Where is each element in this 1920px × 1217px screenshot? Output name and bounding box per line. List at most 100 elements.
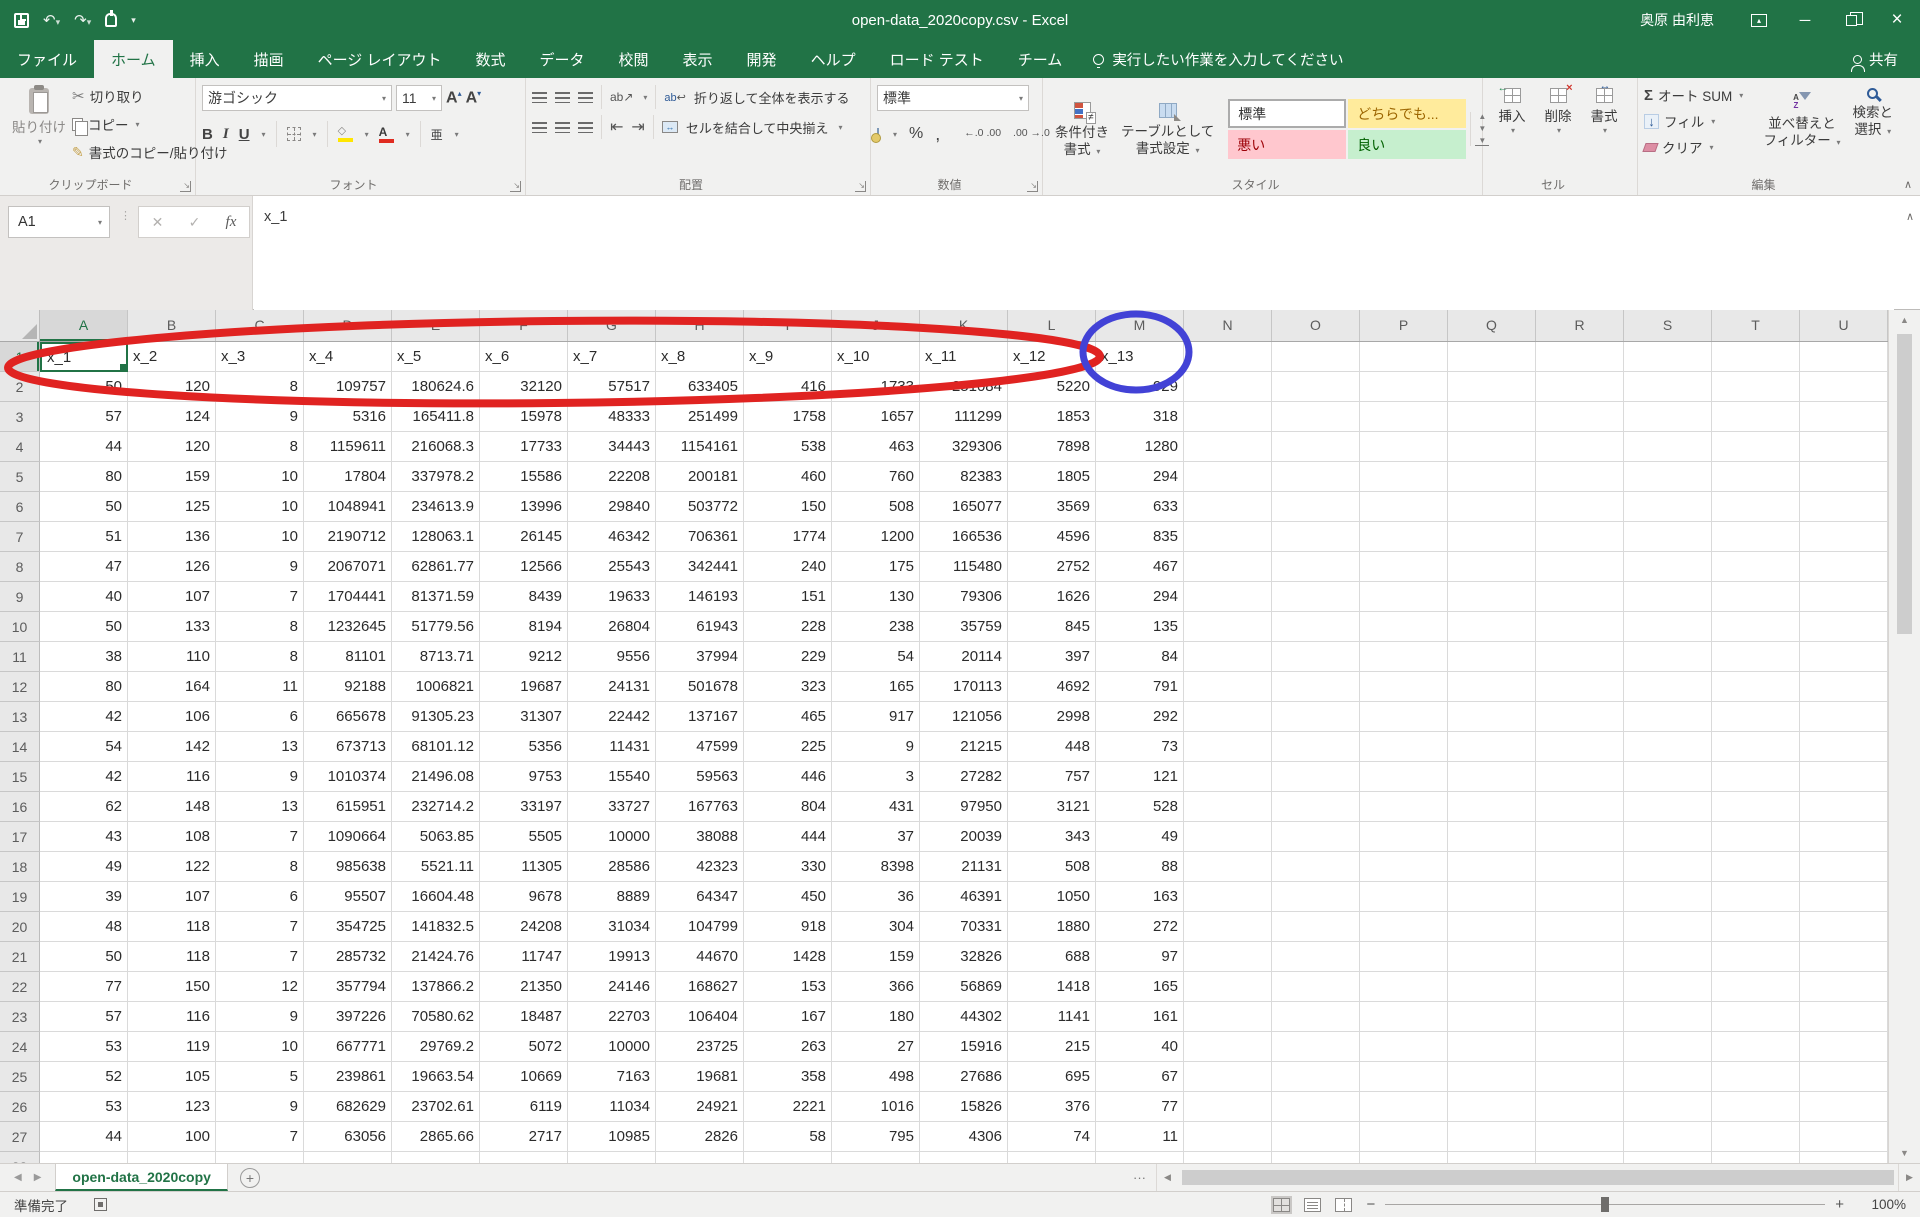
cell-E12[interactable]: 1006821 xyxy=(392,672,480,702)
font-dialog-launcher-icon[interactable]: ↘ xyxy=(510,181,521,192)
cell-T28[interactable] xyxy=(1712,1152,1800,1163)
cell-O3[interactable] xyxy=(1272,402,1360,432)
cell-P19[interactable] xyxy=(1360,882,1448,912)
cell-K10[interactable]: 35759 xyxy=(920,612,1008,642)
tab-開発[interactable]: 開発 xyxy=(730,40,794,78)
cell-B21[interactable]: 118 xyxy=(128,942,216,972)
cancel-icon[interactable]: ✕ xyxy=(152,214,164,231)
cell-J16[interactable]: 431 xyxy=(832,792,920,822)
cell-I5[interactable]: 460 xyxy=(744,462,832,492)
tab-ファイル[interactable]: ファイル xyxy=(0,40,94,78)
cell-T3[interactable] xyxy=(1712,402,1800,432)
cell-I28[interactable] xyxy=(744,1152,832,1163)
cell-O20[interactable] xyxy=(1272,912,1360,942)
cell-K24[interactable]: 15916 xyxy=(920,1032,1008,1062)
cell-M14[interactable]: 73 xyxy=(1096,732,1184,762)
cell-P2[interactable] xyxy=(1360,372,1448,402)
cell-I7[interactable]: 1774 xyxy=(744,522,832,552)
cell-G22[interactable]: 24146 xyxy=(568,972,656,1002)
cell-style-chip[interactable]: 標準 xyxy=(1228,99,1346,128)
cell-K14[interactable]: 21215 xyxy=(920,732,1008,762)
cell-F13[interactable]: 31307 xyxy=(480,702,568,732)
cell-J8[interactable]: 175 xyxy=(832,552,920,582)
cell-M17[interactable]: 49 xyxy=(1096,822,1184,852)
cell-I18[interactable]: 330 xyxy=(744,852,832,882)
shrink-font-icon[interactable]: A▾ xyxy=(466,89,482,107)
cell-B17[interactable]: 108 xyxy=(128,822,216,852)
cell-R4[interactable] xyxy=(1536,432,1624,462)
scroll-up-icon[interactable]: ▲ xyxy=(1889,310,1920,330)
cell-F16[interactable]: 33197 xyxy=(480,792,568,822)
increase-decimal-icon[interactable]: ←.0 .00 xyxy=(964,128,1001,140)
cell-T14[interactable] xyxy=(1712,732,1800,762)
cell-N4[interactable] xyxy=(1184,432,1272,462)
cell-C20[interactable]: 7 xyxy=(216,912,304,942)
cell-S1[interactable] xyxy=(1624,342,1712,372)
bold-icon[interactable]: B xyxy=(202,126,213,143)
cell-N28[interactable] xyxy=(1184,1152,1272,1163)
row-header-3[interactable]: 3 xyxy=(0,402,40,432)
cell-O10[interactable] xyxy=(1272,612,1360,642)
cell-U23[interactable] xyxy=(1800,1002,1888,1032)
cell-S17[interactable] xyxy=(1624,822,1712,852)
cell-T23[interactable] xyxy=(1712,1002,1800,1032)
cell-U19[interactable] xyxy=(1800,882,1888,912)
column-header-E[interactable]: E xyxy=(392,310,480,341)
cell-Q6[interactable] xyxy=(1448,492,1536,522)
sheet-nav-right-icon[interactable]: ▶ xyxy=(34,1172,42,1183)
column-header-N[interactable]: N xyxy=(1184,310,1272,341)
cell-D12[interactable]: 92188 xyxy=(304,672,392,702)
cell-A21[interactable]: 50 xyxy=(40,942,128,972)
cell-N7[interactable] xyxy=(1184,522,1272,552)
cell-B19[interactable]: 107 xyxy=(128,882,216,912)
formula-bar-collapse-icon[interactable]: ∧ xyxy=(1906,210,1914,223)
cell-Q1[interactable] xyxy=(1448,342,1536,372)
row-header-20[interactable]: 20 xyxy=(0,912,40,942)
cell-D18[interactable]: 985638 xyxy=(304,852,392,882)
cell-Q18[interactable] xyxy=(1448,852,1536,882)
cell-S22[interactable] xyxy=(1624,972,1712,1002)
furigana-icon[interactable]: 亜 xyxy=(431,126,443,143)
cell-S8[interactable] xyxy=(1624,552,1712,582)
cell-M21[interactable]: 97 xyxy=(1096,942,1184,972)
cell-C19[interactable]: 6 xyxy=(216,882,304,912)
cell-M16[interactable]: 528 xyxy=(1096,792,1184,822)
cell-I14[interactable]: 225 xyxy=(744,732,832,762)
cell-P6[interactable] xyxy=(1360,492,1448,522)
cell-O28[interactable] xyxy=(1272,1152,1360,1163)
cell-K23[interactable]: 44302 xyxy=(920,1002,1008,1032)
cell-P24[interactable] xyxy=(1360,1032,1448,1062)
cell-M20[interactable]: 272 xyxy=(1096,912,1184,942)
cell-A13[interactable]: 42 xyxy=(40,702,128,732)
cell-S27[interactable] xyxy=(1624,1122,1712,1152)
cell-R7[interactable] xyxy=(1536,522,1624,552)
cell-H2[interactable]: 633405 xyxy=(656,372,744,402)
cell-O11[interactable] xyxy=(1272,642,1360,672)
cell-T20[interactable] xyxy=(1712,912,1800,942)
cell-T10[interactable] xyxy=(1712,612,1800,642)
cell-O9[interactable] xyxy=(1272,582,1360,612)
cell-Q10[interactable] xyxy=(1448,612,1536,642)
cell-H4[interactable]: 1154161 xyxy=(656,432,744,462)
cell-A22[interactable]: 77 xyxy=(40,972,128,1002)
cell-G19[interactable]: 8889 xyxy=(568,882,656,912)
cell-I9[interactable]: 151 xyxy=(744,582,832,612)
cell-F2[interactable]: 32120 xyxy=(480,372,568,402)
cell-R10[interactable] xyxy=(1536,612,1624,642)
tab-数式[interactable]: 数式 xyxy=(458,40,522,78)
cell-G7[interactable]: 46342 xyxy=(568,522,656,552)
cell-C24[interactable]: 10 xyxy=(216,1032,304,1062)
cell-M10[interactable]: 135 xyxy=(1096,612,1184,642)
cell-O8[interactable] xyxy=(1272,552,1360,582)
align-bottom-icon[interactable] xyxy=(578,92,593,103)
cell-L26[interactable]: 376 xyxy=(1008,1092,1096,1122)
cell-D2[interactable]: 109757 xyxy=(304,372,392,402)
cell-R14[interactable] xyxy=(1536,732,1624,762)
cell-Q14[interactable] xyxy=(1448,732,1536,762)
cell-C15[interactable]: 9 xyxy=(216,762,304,792)
cell-L5[interactable]: 1805 xyxy=(1008,462,1096,492)
cell-O25[interactable] xyxy=(1272,1062,1360,1092)
ribbon-display-options-icon[interactable]: ▴ xyxy=(1736,0,1782,40)
cell-C28[interactable] xyxy=(216,1152,304,1163)
cell-G24[interactable]: 10000 xyxy=(568,1032,656,1062)
